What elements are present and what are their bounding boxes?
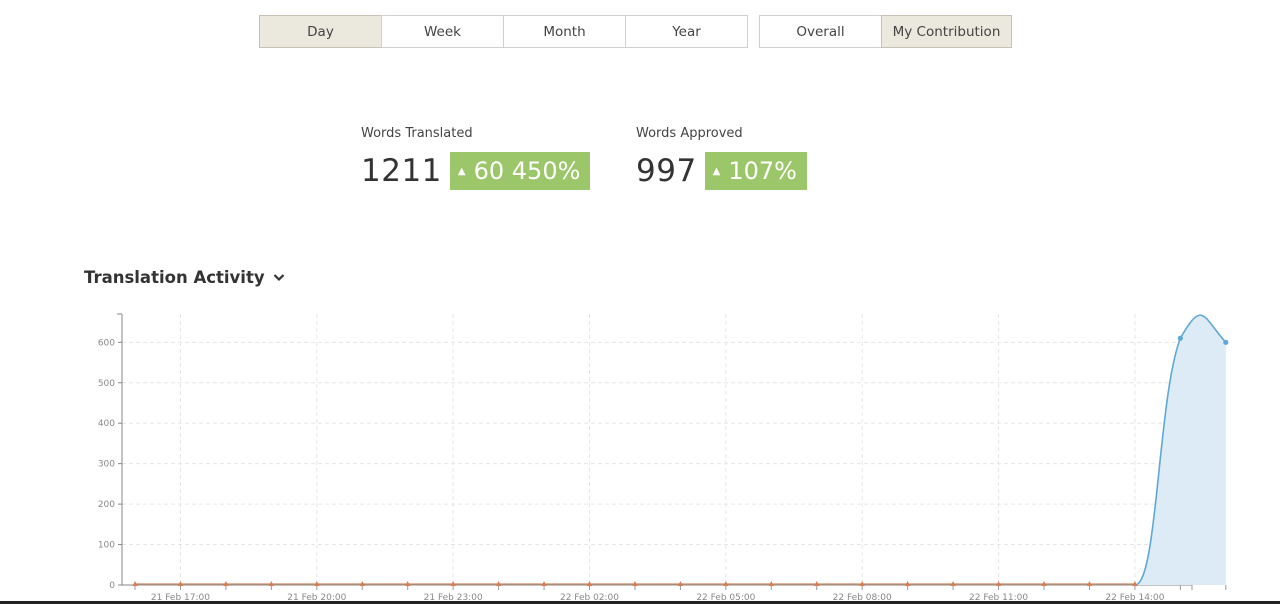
y-tick-label: 400 xyxy=(98,419,115,429)
stat-words-translated: Words Translated 1211 ▲ 60 450% xyxy=(361,126,591,190)
activity-chart: 010020030040050060021 Feb 17:00 21 Feb 20… xyxy=(98,313,1229,603)
data-point xyxy=(1223,339,1229,345)
scope-tabs: Overall My Contribution xyxy=(759,15,1012,48)
stat-value: 1211 xyxy=(361,153,442,189)
y-tick-label: 300 xyxy=(98,460,115,470)
up-arrow-icon: ▲ xyxy=(712,165,721,177)
chevron-down-icon xyxy=(273,273,285,282)
tab-week[interactable]: Week xyxy=(381,15,504,48)
y-tick-label: 0 xyxy=(109,581,115,591)
tab-overall[interactable]: Overall xyxy=(759,15,882,48)
tab-month[interactable]: Month xyxy=(503,15,626,48)
data-point xyxy=(1177,335,1183,341)
stat-label: Words Approved xyxy=(636,126,743,141)
tab-day[interactable]: Day xyxy=(259,15,382,48)
y-tick-label: 100 xyxy=(98,541,115,551)
section-dropdown[interactable]: Translation Activity xyxy=(84,268,285,287)
y-tick-label: 500 xyxy=(98,379,115,389)
change-badge: ▲ 107% xyxy=(704,152,807,190)
change-badge: ▲ 60 450% xyxy=(449,152,591,190)
up-arrow-icon: ▲ xyxy=(457,165,466,177)
change-value: 107% xyxy=(728,157,797,185)
period-tabs: Day Week Month Year xyxy=(259,15,748,48)
stat-value: 997 xyxy=(636,153,697,189)
y-tick-label: 200 xyxy=(98,500,115,510)
series-area xyxy=(1134,315,1226,585)
y-tick-label: 600 xyxy=(98,338,115,348)
stat-label: Words Translated xyxy=(361,126,473,141)
tab-my-contribution[interactable]: My Contribution xyxy=(881,15,1012,48)
change-value: 60 450% xyxy=(473,157,581,185)
stat-words-approved: Words Approved 997 ▲ 107% xyxy=(636,126,807,190)
section-title: Translation Activity xyxy=(84,268,265,287)
tab-year[interactable]: Year xyxy=(625,15,748,48)
